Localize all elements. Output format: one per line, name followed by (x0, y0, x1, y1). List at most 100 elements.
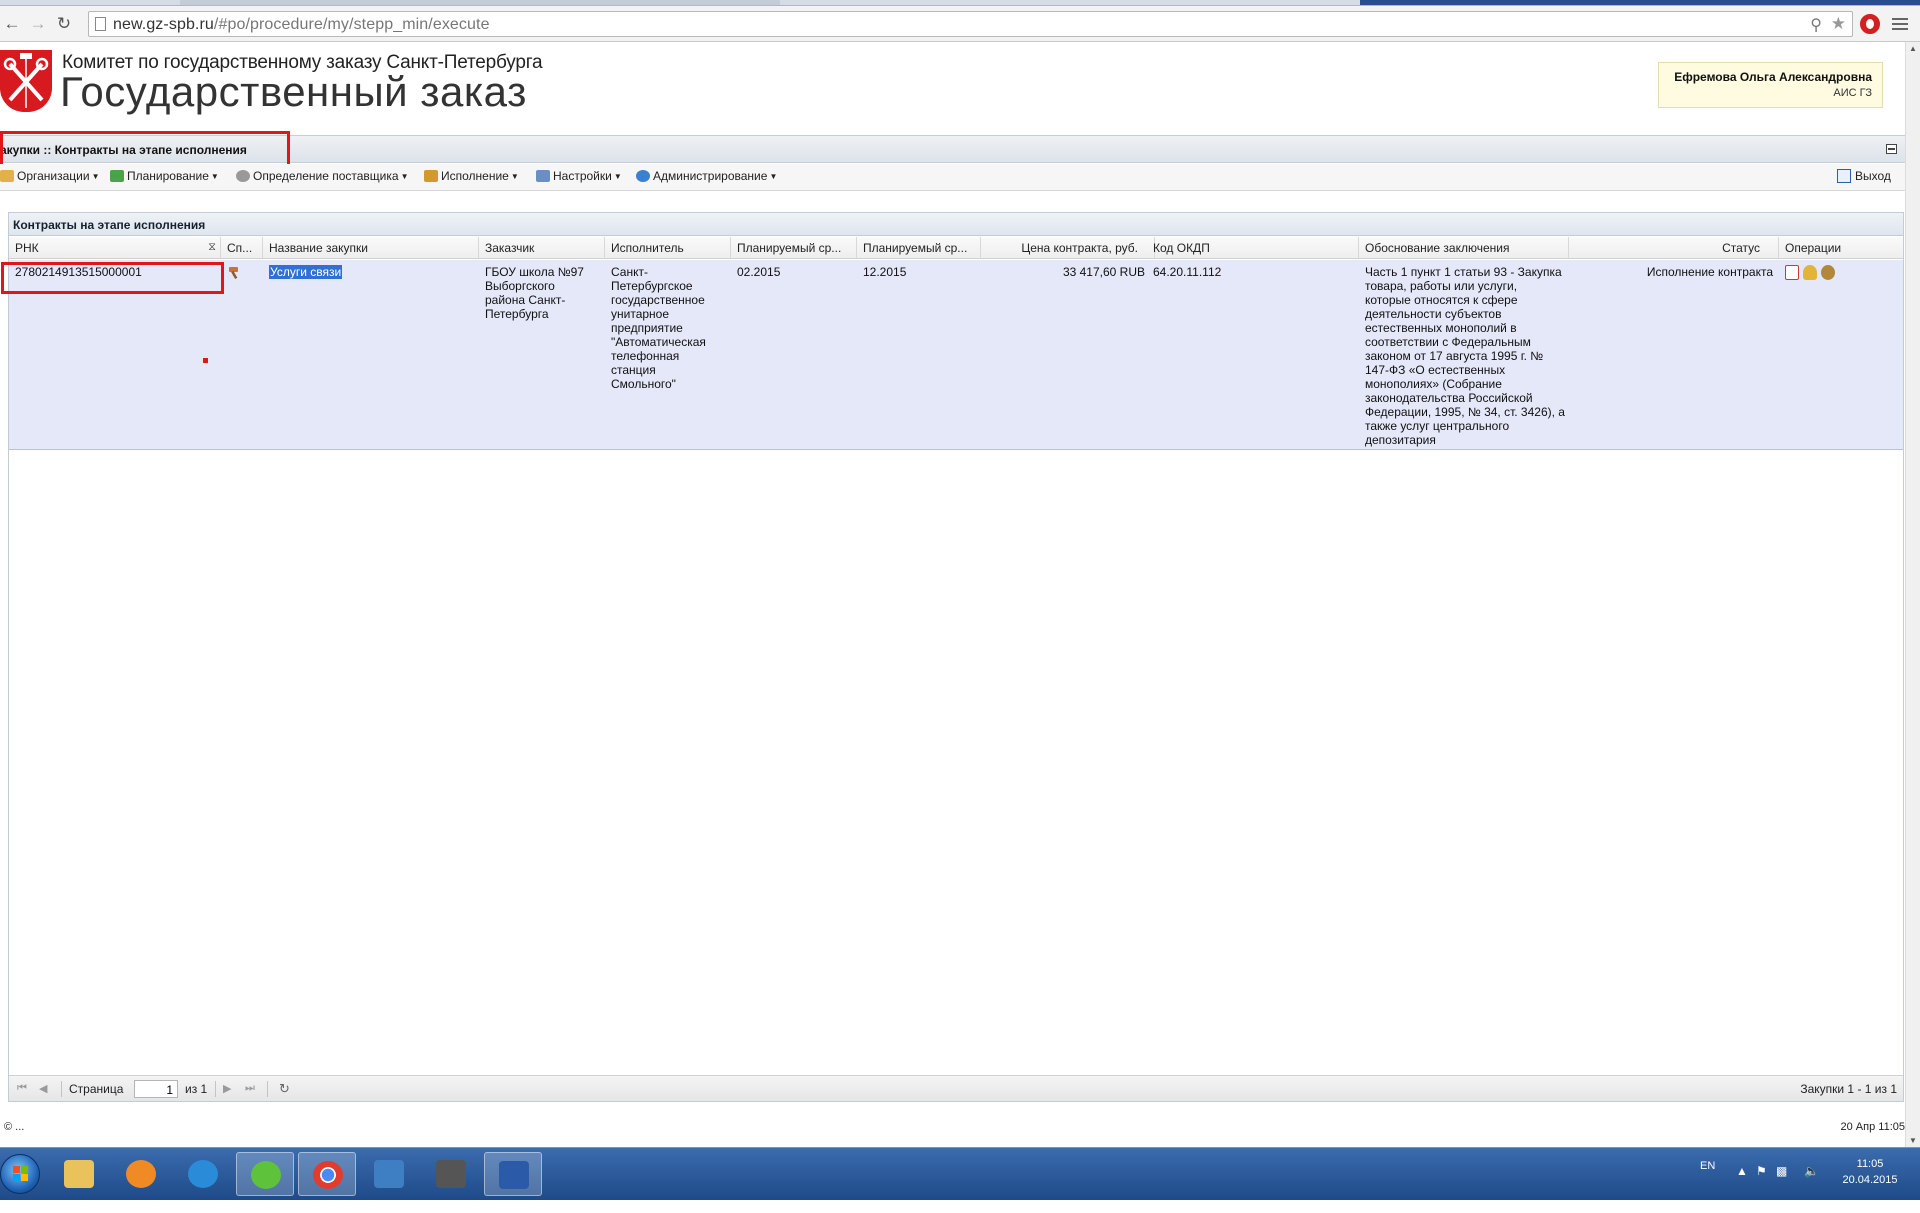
system-clock[interactable]: 11:05 20.04.2015 (1835, 1156, 1905, 1188)
menu-organizations[interactable]: Организации ▼ (0, 169, 100, 183)
separator (215, 1081, 216, 1097)
taskbar-editor[interactable] (360, 1152, 418, 1196)
column-header-customer[interactable]: Заказчик (479, 237, 605, 258)
volume-icon[interactable]: 🔈 (1804, 1164, 1819, 1178)
taskbar-explorer[interactable] (50, 1152, 108, 1196)
cell-customer: ГБОУ школа №97 Выборгского района Санкт-… (485, 265, 584, 321)
main-menu: Организации ▼ Планирование ▼ Определение п… (0, 164, 1905, 191)
cell-planned-start: 02.2015 (737, 265, 781, 279)
document-icon[interactable] (1785, 265, 1799, 280)
page-scrollbar[interactable]: ▲ ▼ (1905, 42, 1920, 1147)
column-header-method[interactable]: Сп... (221, 237, 263, 258)
taskbar-icq[interactable] (236, 1152, 294, 1196)
action-center-flag-icon[interactable]: ⚑ (1756, 1164, 1767, 1178)
menu-label: Определение поставщика (253, 169, 399, 183)
cell-basis: Часть 1 пункт 1 статьи 93 - Закупка това… (1365, 265, 1565, 447)
bell-icon[interactable] (1803, 265, 1817, 280)
column-header-rnk[interactable]: РНК ⧖ (9, 237, 221, 258)
contracts-panel: Контракты на этапе исполнения РНК ⧖ Сп..… (8, 212, 1904, 1102)
execution-icon (424, 170, 438, 182)
network-icon[interactable]: ▩ (1776, 1164, 1787, 1178)
table-row[interactable]: 2780214913515000001 Услуги связи ГБОУ шк… (9, 260, 1903, 450)
scroll-down-icon[interactable]: ▼ (1909, 1136, 1917, 1145)
user-icon (636, 170, 650, 182)
scroll-up-icon[interactable]: ▲ (1909, 44, 1917, 53)
column-header-okdp[interactable]: Код ОКДП (1147, 237, 1359, 258)
column-label: Название закупки (269, 241, 368, 255)
last-page-icon[interactable]: ⏭ (245, 1082, 255, 1095)
menu-label: Настройки (553, 169, 612, 183)
menu-administration[interactable]: Администрирование ▼ (636, 169, 777, 183)
folder-icon (0, 170, 14, 182)
exit-label: Выход (1855, 169, 1891, 183)
column-header-price[interactable]: Цена контракта, руб. (981, 237, 1155, 258)
bookmark-star-icon[interactable]: ★ (1831, 14, 1846, 34)
forward-icon[interactable]: → (28, 14, 48, 34)
language-indicator[interactable]: EN (1700, 1160, 1715, 1213)
paging-info: Закупки 1 - 1 из 1 (1800, 1082, 1897, 1096)
browser-tab[interactable] (180, 0, 780, 5)
exit-icon (1837, 169, 1851, 183)
menu-supplier-selection[interactable]: Определение поставщика ▼ (236, 169, 408, 183)
start-button[interactable] (0, 1154, 40, 1194)
chrome-icon (313, 1161, 343, 1189)
column-label: РНК (15, 241, 39, 255)
first-page-icon[interactable]: ⏮ (17, 1082, 27, 1095)
browser-menu-icon[interactable] (1892, 18, 1908, 32)
paging-toolbar: ⏮ ◀ Страница из 1 ▶ ⏭ ↻ Закупки 1 - 1 из… (9, 1075, 1903, 1101)
planning-icon (110, 170, 124, 182)
column-header-name[interactable]: Название закупки (263, 237, 479, 258)
cell-procurement-name[interactable]: Услуги связи (269, 265, 343, 279)
media-player-icon (126, 1160, 156, 1188)
taskbar-chrome[interactable] (298, 1152, 356, 1196)
browser-toolbar: ← → ↻ new.gz-spb.ru/#po/procedure/my/ste… (0, 6, 1920, 42)
column-header-operations[interactable]: Операции (1779, 237, 1903, 258)
emblem-icon[interactable] (1821, 265, 1835, 280)
search-icon[interactable]: ⚲ (1810, 15, 1822, 35)
column-header-status[interactable]: Статус (1569, 237, 1779, 258)
panel-title: Контракты на этапе исполнения (9, 213, 1903, 236)
address-bar[interactable]: new.gz-spb.ru/#po/procedure/my/stepp_min… (88, 11, 1853, 37)
filter-icon[interactable]: ⧖ (208, 241, 216, 254)
page-icon (95, 17, 106, 31)
cell-planned-end: 12.2015 (863, 265, 907, 279)
column-label: Заказчик (485, 241, 535, 255)
column-label: Планируемый ср... (737, 241, 842, 255)
taskbar-media-player[interactable] (112, 1152, 170, 1196)
brand-title: Государственный заказ (60, 68, 527, 115)
column-header-planned-start[interactable]: Планируемый ср... (731, 237, 857, 258)
taskbar-word[interactable] (484, 1152, 542, 1196)
menu-planning[interactable]: Планирование ▼ (110, 169, 219, 183)
pen-icon (374, 1160, 404, 1188)
next-page-icon[interactable]: ▶ (223, 1082, 231, 1095)
column-label: Сп... (227, 241, 253, 255)
taskbar-movie-maker[interactable] (422, 1152, 480, 1196)
page-number-input[interactable] (134, 1080, 178, 1098)
column-label: Операции (1785, 241, 1842, 255)
folder-icon (64, 1160, 94, 1188)
menu-label: Планирование (127, 169, 209, 183)
menu-execution[interactable]: Исполнение ▼ (424, 169, 519, 183)
menu-settings[interactable]: Настройки ▼ (536, 169, 622, 183)
page-count-label: из 1 (185, 1082, 208, 1096)
footer-datetime: 20 Апр 11:05 (1840, 1121, 1905, 1133)
separator (61, 1081, 62, 1097)
column-label: Статус (1722, 241, 1760, 255)
reload-icon[interactable]: ↻ (54, 14, 74, 34)
column-header-executor[interactable]: Исполнитель (605, 237, 731, 258)
extension-icon[interactable] (1860, 14, 1880, 34)
exit-button[interactable]: Выход (1837, 169, 1891, 183)
column-header-basis[interactable]: Обоснование заключения (1359, 237, 1569, 258)
spb-emblem-logo (0, 50, 52, 112)
cell-executor: Санкт-Петербургское государственное унит… (611, 265, 706, 391)
collapse-icon[interactable] (1886, 144, 1897, 154)
page-label: Страница (69, 1082, 124, 1096)
browser-tab-active[interactable] (1360, 0, 1920, 5)
taskbar-internet-explorer[interactable] (174, 1152, 232, 1196)
back-icon[interactable]: ← (2, 14, 22, 34)
show-hidden-icons-icon[interactable]: ▲ (1736, 1164, 1748, 1178)
column-label: Исполнитель (611, 241, 684, 255)
prev-page-icon[interactable]: ◀ (39, 1082, 47, 1095)
column-header-planned-end[interactable]: Планируемый ср... (857, 237, 981, 258)
refresh-icon[interactable]: ↻ (279, 1081, 290, 1097)
